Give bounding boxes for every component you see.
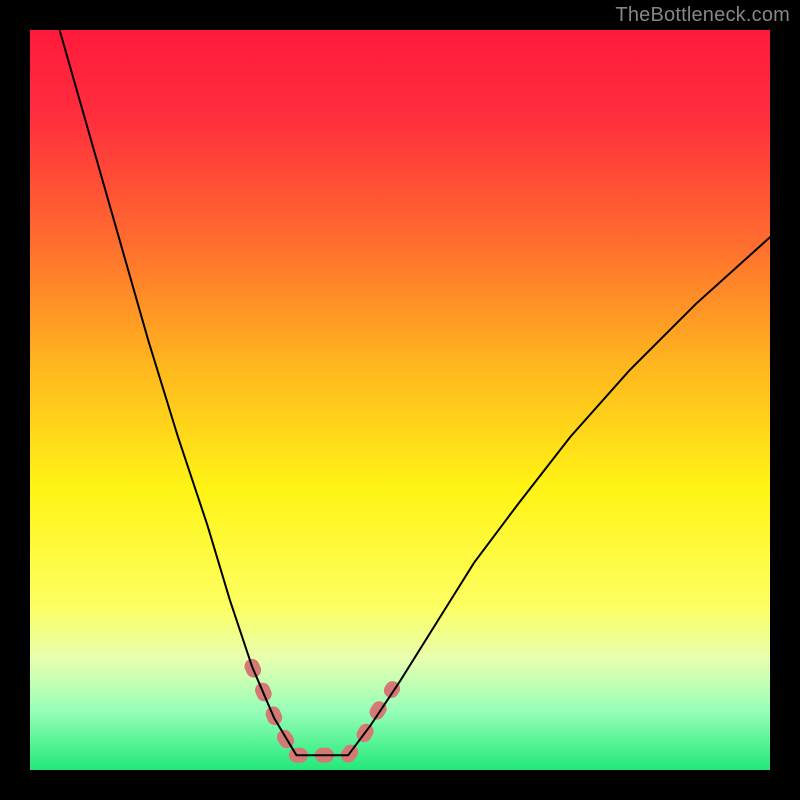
- watermark-text: TheBottleneck.com: [615, 4, 790, 27]
- plot-area: [30, 30, 770, 770]
- chart-svg: [30, 30, 770, 770]
- gradient-background: [30, 30, 770, 770]
- chart-frame: TheBottleneck.com: [0, 0, 800, 800]
